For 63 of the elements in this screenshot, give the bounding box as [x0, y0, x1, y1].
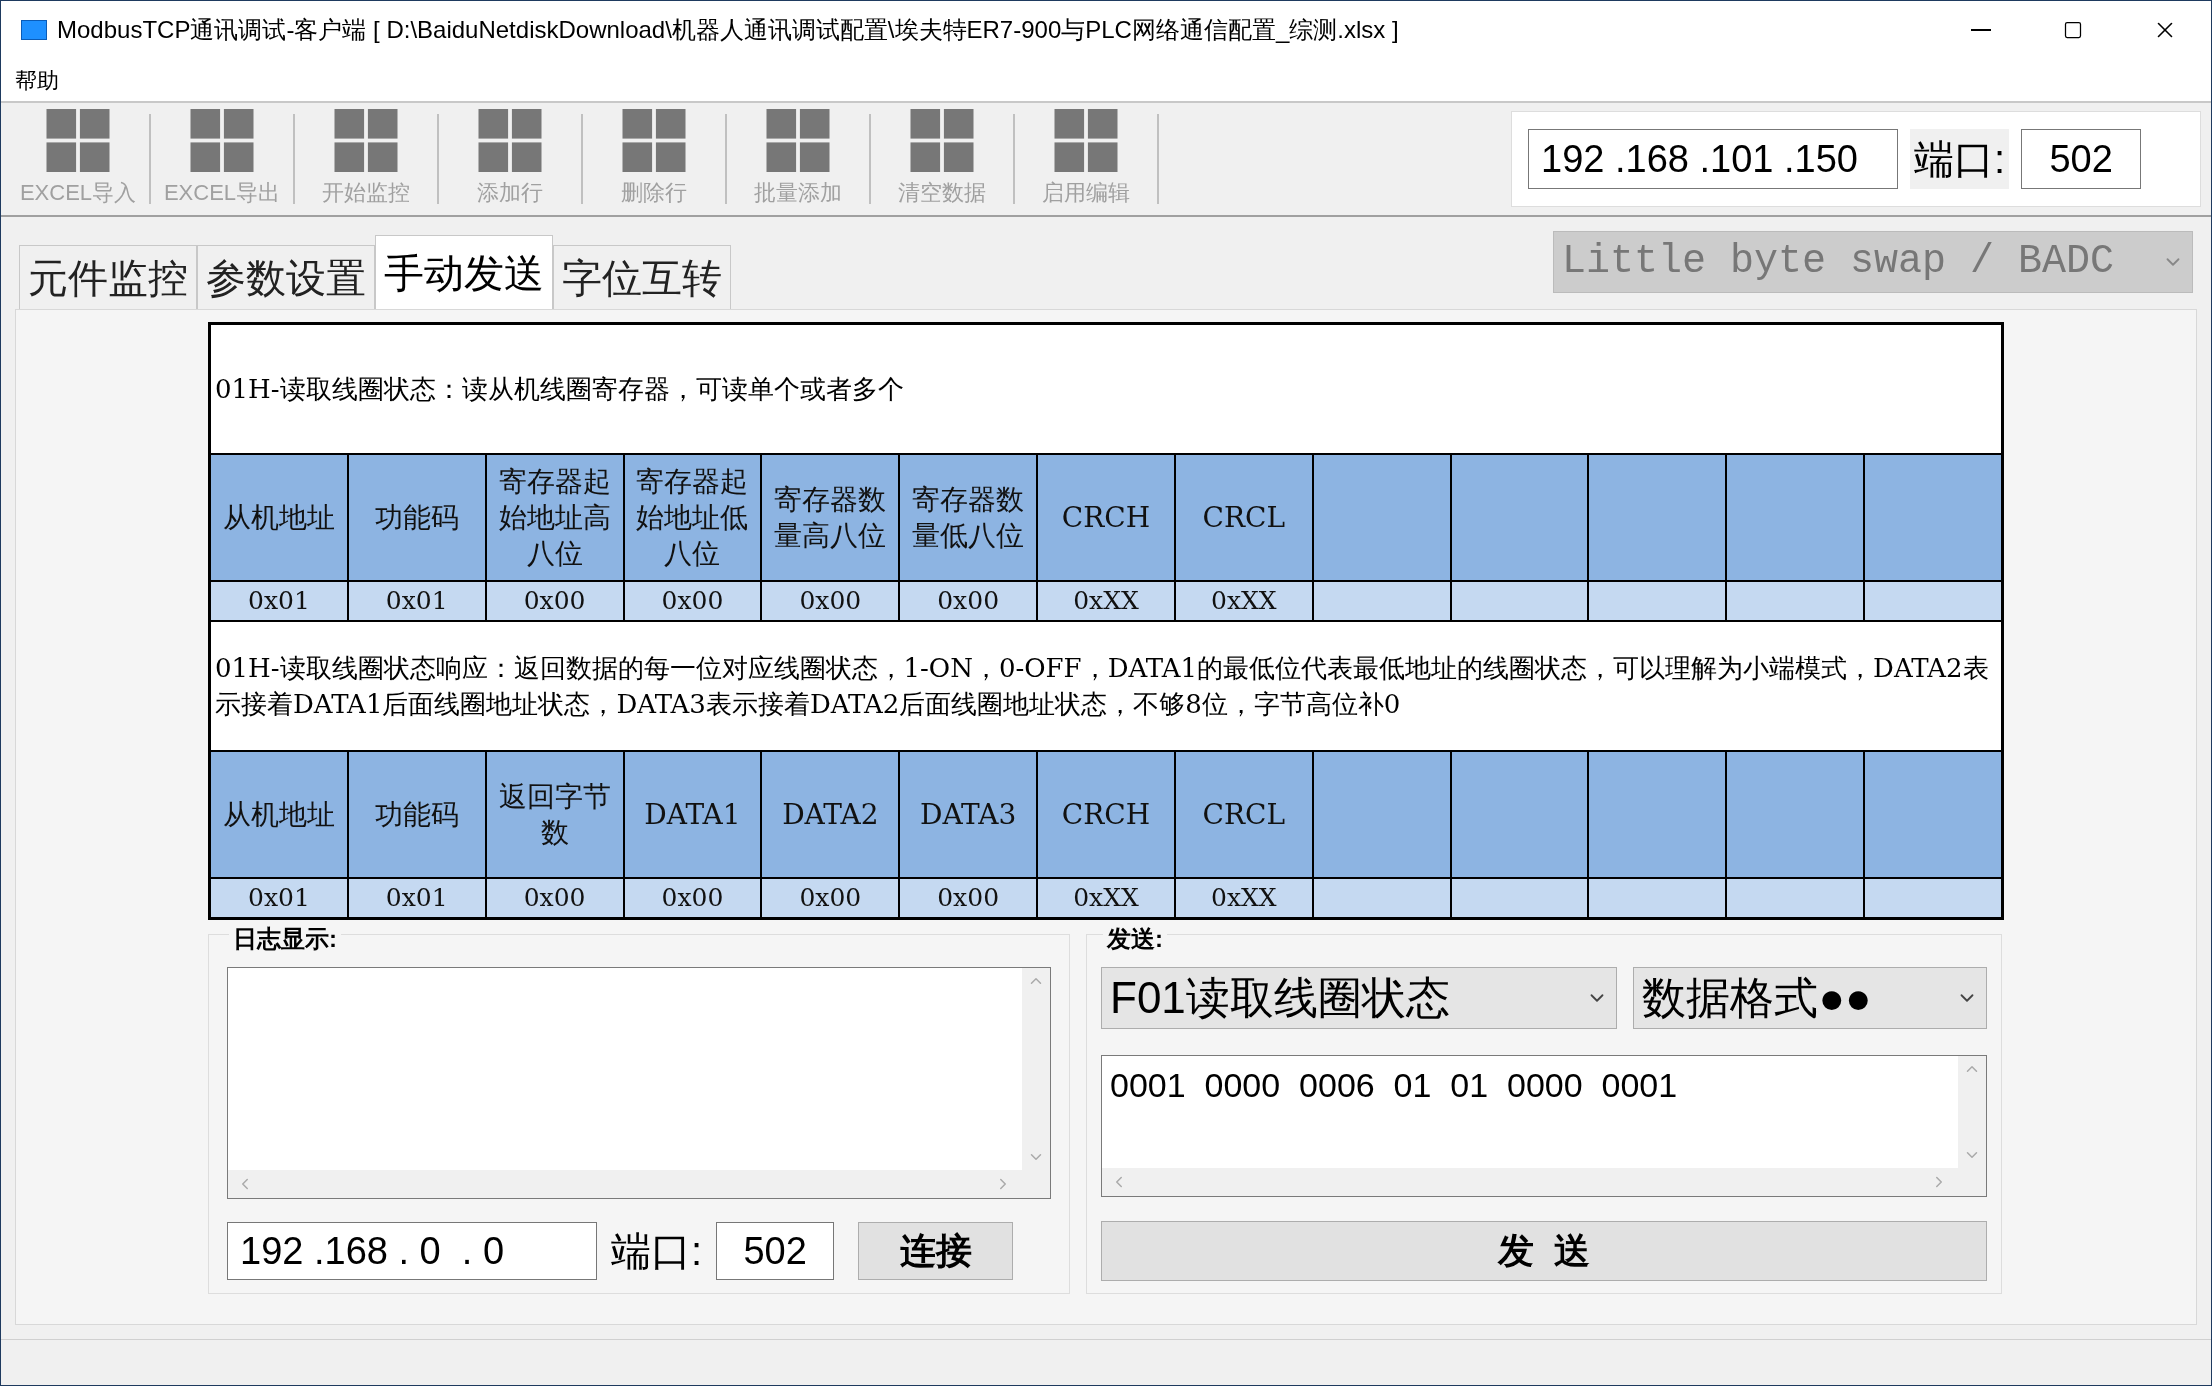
table-header-cell: 寄存器起始地址高八位: [485, 454, 624, 581]
table-cell: 0x00: [485, 581, 624, 621]
table-cell: 0xXX: [1037, 878, 1175, 918]
table-cell: 0x00: [485, 878, 624, 918]
tab[interactable]: 手动发送: [375, 235, 553, 309]
grid-icon: [1053, 109, 1119, 172]
table-cell: 0x01: [210, 878, 348, 918]
table-header-cell: CRCL: [1174, 751, 1313, 878]
table-header-cell: 从机地址: [210, 751, 348, 878]
message-textarea[interactable]: 0001 0000 0006 01 01 0000 0001: [1101, 1055, 1987, 1197]
table-cell: 0x01: [347, 878, 486, 918]
ip-field[interactable]: 192 .168 . 0 . 0: [227, 1222, 597, 1280]
grid-icon: [333, 109, 399, 172]
table-cell: 0x00: [899, 878, 1038, 918]
tab[interactable]: 字位互转: [553, 245, 731, 309]
table-caption: 01H-读取线圈状态响应：返回数据的每一位对应线圈状态，1-ON，0-OFF，DATA1的最低位代表最低地址的线圈状态，可以理解为小端模式，DATA2表示接着DATA1后面线圈地址状态，DATA3表示接着DATA2后面线圈地址状态，不够8位，字节高位补0: [210, 621, 2002, 751]
port-field[interactable]: 502: [716, 1222, 835, 1280]
table-header-cell: CRCH: [1037, 454, 1175, 581]
table-cell: 0x00: [761, 878, 900, 918]
ip-field[interactable]: 192 .168 .101 .150: [1528, 129, 1898, 189]
table-header-cell: 返回字节数: [485, 751, 624, 878]
table-cell: 0x01: [210, 581, 348, 621]
table-cell: 0xXX: [1174, 581, 1313, 621]
function-dropdown[interactable]: F01读取线圈状态: [1101, 967, 1618, 1029]
table-header-cell: DATA1: [623, 751, 762, 878]
table-cell: 0x01: [347, 581, 486, 621]
grid-icon: [189, 109, 255, 172]
menu-item[interactable]: 帮助: [15, 63, 59, 97]
app-icon: [21, 20, 47, 40]
tab[interactable]: 元件监控: [19, 245, 197, 309]
table-cell: 0x00: [899, 581, 1038, 621]
port-field[interactable]: 502: [2021, 129, 2142, 189]
table-header-cell: 寄存器数量高八位: [761, 454, 900, 581]
table-cell: 0x00: [623, 581, 762, 621]
tab[interactable]: 参数设置: [197, 245, 375, 309]
grid-icon: [45, 109, 111, 172]
table-caption: 01H-读取线圈状态：读从机线圈寄存器，可读单个或者多个: [210, 324, 2002, 454]
table-cell: 0xXX: [1174, 878, 1313, 918]
grid-icon: [477, 109, 543, 172]
send-button[interactable]: 发 送: [1101, 1221, 1987, 1281]
table-header-cell: CRCH: [1037, 751, 1175, 878]
maximize-icon: [2063, 20, 2083, 40]
window-title: ModbusTCP通讯调试-客户端 [ D:\BaiduNetdiskDownload\机器人通讯调试配置\埃夫特ER7-900与PLC网络通信配置_综测.xlsx ]: [57, 15, 1399, 45]
port-label: 端口:: [1910, 129, 2010, 189]
table-header-cell: 功能码: [347, 454, 486, 581]
table-header-cell: DATA3: [899, 751, 1038, 878]
format-dropdown[interactable]: 数据格式●●: [1633, 967, 1987, 1029]
connect-button[interactable]: 连接: [858, 1222, 1014, 1280]
table-cell: 0x00: [761, 581, 900, 621]
table-header-cell: DATA2: [761, 751, 900, 878]
table-header-cell: 从机地址: [210, 454, 348, 581]
table-header-cell: 功能码: [347, 751, 486, 878]
grid-icon: [621, 109, 687, 172]
grid-icon: [909, 109, 975, 172]
table-header-cell: 寄存器起始地址低八位: [623, 454, 762, 581]
grid-icon: [765, 109, 831, 172]
table-header-cell: CRCL: [1174, 454, 1313, 581]
port-label: 端口:: [611, 1228, 703, 1275]
minimize-icon: [1971, 29, 1991, 31]
table-header-cell: 寄存器数量低八位: [899, 454, 1038, 581]
table-cell: 0x00: [623, 878, 762, 918]
log-textarea[interactable]: [227, 967, 1051, 1199]
table-cell: 0xXX: [1037, 581, 1175, 621]
